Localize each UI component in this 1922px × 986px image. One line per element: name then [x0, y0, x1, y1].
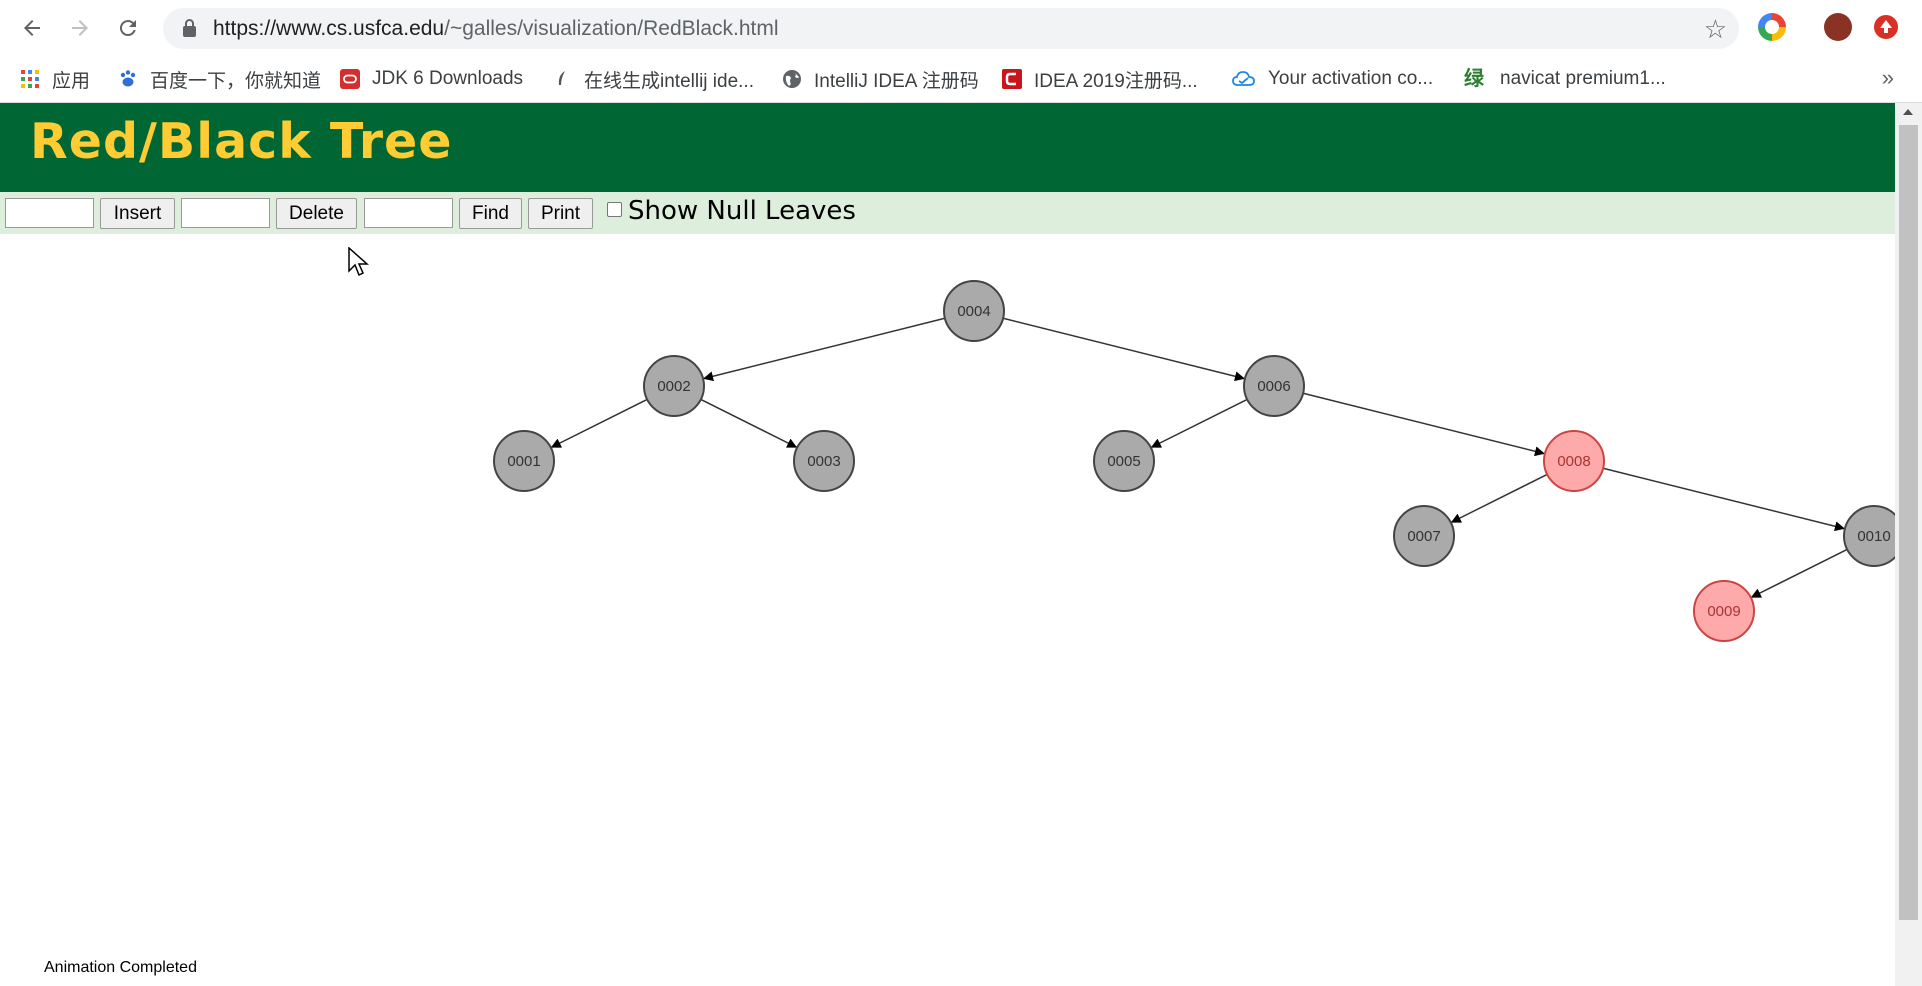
bookmark-apps[interactable]: 应用 [20, 66, 90, 92]
vertical-scrollbar[interactable] [1895, 103, 1922, 986]
scroll-thumb[interactable] [1899, 125, 1918, 920]
delete-input[interactable] [181, 198, 270, 228]
tree-node-label: 0005 [1107, 453, 1140, 470]
forward-icon[interactable] [64, 12, 96, 44]
apps-grid-icon [21, 70, 39, 88]
oracle-icon [340, 69, 360, 89]
tree-node-label: 0009 [1707, 603, 1740, 620]
tree-node-0003: 0003 [793, 430, 855, 492]
url-path: /~galles/visualization/RedBlack.html [444, 17, 779, 40]
bookmark-label: Your activation co... [1268, 68, 1434, 89]
tree-node-0002: 0002 [643, 355, 705, 417]
browser-toolbar: https://www.cs.usfca.edu/~galles/visuali… [0, 0, 1922, 57]
tree-edge [1450, 473, 1548, 523]
bookmark-activation[interactable]: Your activation co... [1232, 66, 1433, 92]
profile-avatar[interactable] [1824, 13, 1852, 41]
tree-edge [1150, 398, 1248, 448]
tree-node-0007: 0007 [1393, 505, 1455, 567]
tree-node-label: 0007 [1407, 528, 1440, 545]
tree-node-0006: 0006 [1243, 355, 1305, 417]
bookmark-label: navicat premium1... [1500, 68, 1666, 89]
bookmark-jdk[interactable]: JDK 6 Downloads [340, 66, 523, 92]
mouse-cursor-icon [348, 247, 369, 277]
tree-node-0004: 0004 [943, 280, 1005, 342]
print-button[interactable]: Print [528, 198, 593, 229]
bookmark-label: 在线生成intellij ide... [584, 70, 754, 92]
insert-input[interactable] [5, 198, 94, 228]
tree-node-label: 0004 [957, 303, 990, 320]
tree-node-label: 0001 [507, 453, 540, 470]
green-character-icon: 绿 [1464, 68, 1484, 90]
bookmark-baidu[interactable]: 百度一下，你就知道 [118, 66, 321, 92]
url-text: https://www.cs.usfca.edu/~galles/visuali… [213, 8, 779, 49]
tree-canvas: 0004 0002 0006 0001 0003 0005 0008 0007 0010 0009… [493, 280, 1895, 642]
bookmark-label: 应用 [52, 70, 91, 92]
feather-icon [558, 71, 565, 85]
bookmark-label: IDEA 2019注册码... [1034, 70, 1198, 92]
url-host: https://www.cs.usfca.edu [213, 17, 445, 40]
page-header: Red/Black Tree [0, 103, 1895, 192]
tree-nodes: 0004 0002 0006 0001 0003 0005 0008 0007 0010 0009… [493, 280, 1895, 642]
tree-node-0010: 0010 [1843, 505, 1895, 567]
tree-node-label: 0003 [807, 453, 840, 470]
tree-edge [1602, 467, 1845, 532]
bookmark-intellij-gen[interactable]: 在线生成intellij ide... [552, 66, 754, 92]
find-button[interactable]: Find [459, 198, 522, 229]
bookmark-label: 百度一下，你就知道 [150, 70, 322, 92]
bookmark-navicat[interactable]: 绿 navicat premium1... [1464, 66, 1666, 92]
tree-edge [700, 398, 798, 448]
tree-node-label: 0002 [657, 378, 690, 395]
tree-node-label: 0006 [1257, 378, 1290, 395]
c-logo-icon [1002, 69, 1022, 89]
bookmarks-overflow-icon[interactable]: » [1882, 65, 1894, 91]
tree-node-0008: 0008 [1543, 430, 1605, 492]
tree-node-0009: 0009 [1693, 580, 1755, 642]
tree-edge [550, 398, 648, 448]
page-content: Red/Black Tree Insert Delete Find Print … [0, 103, 1895, 986]
page-title: Red/Black Tree [30, 113, 453, 170]
insert-button[interactable]: Insert [100, 198, 175, 229]
lock-icon [183, 19, 196, 37]
bookmark-intellij-code[interactable]: IntelliJ IDEA 注册码 [782, 66, 979, 92]
globe-icon [783, 70, 801, 88]
tree-node-label: 0010 [1857, 528, 1890, 545]
bookmark-star-icon[interactable]: ☆ [1704, 14, 1727, 45]
status-message: Animation Completed [44, 959, 197, 976]
chrome-extension-icon[interactable] [1758, 13, 1786, 41]
bookmark-label: JDK 6 Downloads [372, 68, 524, 89]
bookmark-idea-2019[interactable]: IDEA 2019注册码... [1002, 66, 1198, 92]
show-null-leaves-label: Show Null Leaves [628, 196, 856, 226]
reload-icon[interactable] [112, 12, 144, 44]
tree-node-0001: 0001 [493, 430, 555, 492]
back-icon[interactable] [16, 12, 48, 44]
upload-extension-icon[interactable] [1874, 15, 1898, 39]
address-bar[interactable]: https://www.cs.usfca.edu/~galles/visuali… [163, 8, 1739, 49]
tree-node-0005: 0005 [1093, 430, 1155, 492]
tree-edge [1302, 392, 1545, 457]
tree-edge [703, 317, 946, 382]
baidu-paw-icon [120, 70, 136, 87]
tree-edges [550, 317, 1848, 598]
cloud-icon [1232, 71, 1255, 86]
delete-button[interactable]: Delete [276, 198, 357, 229]
bookmark-label: IntelliJ IDEA 注册码 [814, 70, 979, 92]
scroll-up-arrow-icon[interactable] [1903, 109, 1913, 115]
find-input[interactable] [364, 198, 453, 228]
control-bar: Insert Delete Find Print Show Null Leave… [0, 192, 1895, 234]
tree-edge [1002, 317, 1245, 382]
tree-node-label: 0008 [1557, 453, 1590, 470]
show-null-leaves-checkbox[interactable] [607, 202, 622, 217]
bookmarks-bar: 应用 百度一下，你就知道 JDK 6 Downloads 在线生成intelli… [0, 57, 1922, 103]
tree-edge [1750, 548, 1848, 598]
